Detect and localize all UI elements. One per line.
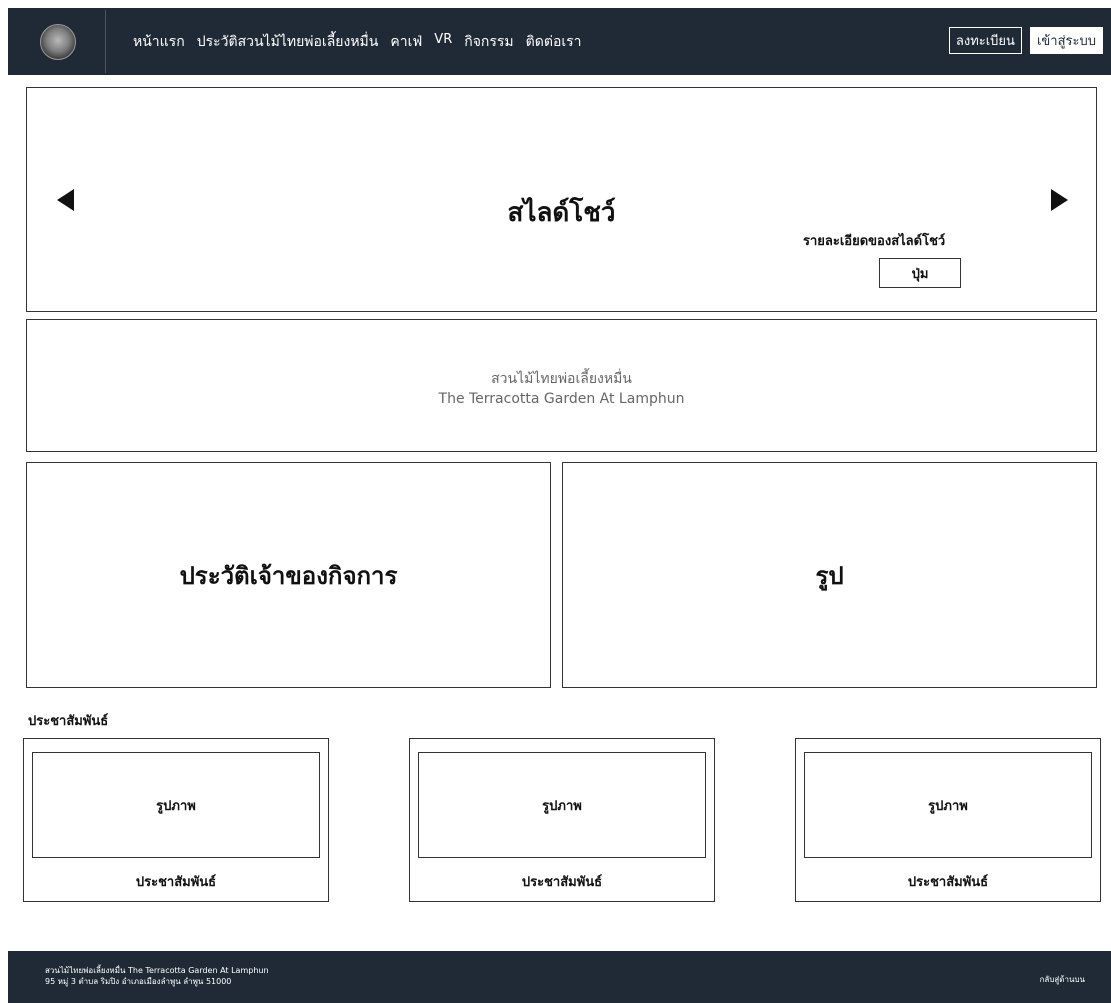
nav-home[interactable]: หน้าแรก [133, 31, 185, 53]
picture-title: รูป [815, 561, 844, 590]
pr-image-placeholder: รูปภาพ [32, 752, 320, 858]
pr-image-label: รูปภาพ [156, 798, 196, 814]
login-button[interactable]: เข้าสู่ระบบ [1029, 27, 1103, 54]
nav-vr[interactable]: VR [434, 32, 452, 47]
intro-section: สวนไม้ไทยพ่อเลี้ยงหมื่น The Terracotta G… [26, 319, 1097, 452]
next-slide-arrow-icon[interactable] [1051, 189, 1068, 211]
pr-heading: ประชาสัมพันธ์ [28, 714, 109, 729]
main-nav: หน้าแรก ประวัติสวนไม้ไทยพ่อเลี้ยงหมื่น ค… [133, 31, 594, 53]
intro-english-name: The Terracotta Garden At Lamphun [438, 391, 685, 407]
footer-address-line: 95 หมู่ 3 ตำบล ริมปิง อำเภอเมืองลำพูน ลำ… [45, 977, 232, 986]
intro-thai-name: สวนไม้ไทยพ่อเลี้ยงหมื่น [491, 371, 632, 387]
slideshow-button[interactable]: ปุ่ม [879, 258, 961, 288]
footer-site-name: สวนไม้ไทยพ่อเลี้ยงหมื่น The Terracotta G… [45, 966, 269, 975]
site-logo[interactable] [10, 10, 106, 73]
nav-contact[interactable]: ติดต่อเรา [526, 31, 582, 53]
pr-image-placeholder: รูปภาพ [418, 752, 706, 858]
picture-panel: รูป [562, 462, 1097, 688]
pr-card[interactable]: รูปภาพ ประชาสัมพันธ์ [23, 738, 329, 902]
pr-image-placeholder: รูปภาพ [804, 752, 1092, 858]
nav-history[interactable]: ประวัติสวนไม้ไทยพ่อเลี้ยงหมื่น [197, 31, 379, 53]
pr-image-label: รูปภาพ [928, 798, 968, 814]
back-to-top-link[interactable]: กลับสู่ด้านบน [1040, 973, 1085, 986]
top-navbar: หน้าแรก ประวัติสวนไม้ไทยพ่อเลี้ยงหมื่น ค… [8, 8, 1111, 75]
nav-cafe[interactable]: คาเฟ่ [390, 31, 422, 53]
pr-image-label: รูปภาพ [542, 798, 582, 814]
pr-caption: ประชาสัมพันธ์ [907, 875, 989, 890]
slideshow: สไลด์โชว์ รายละเอียดของสไลด์โชว์ ปุ่ม [26, 87, 1097, 312]
owner-history-panel: ประวัติเจ้าของกิจการ [26, 462, 551, 688]
slideshow-detail: รายละเอียดของสไลด์โชว์ [803, 234, 946, 249]
auth-buttons: ลงทะเบียน เข้าสู่ระบบ [948, 27, 1103, 54]
pr-caption: ประชาสัมพันธ์ [135, 875, 217, 890]
pr-card[interactable]: รูปภาพ ประชาสัมพันธ์ [409, 738, 715, 902]
slideshow-title: สไลด์โชว์ [507, 198, 616, 228]
footer: สวนไม้ไทยพ่อเลี้ยงหมื่น The Terracotta G… [8, 951, 1111, 1003]
logo-emblem-icon [39, 23, 76, 60]
owner-history-title: ประวัติเจ้าของกิจการ [179, 561, 398, 590]
nav-activities[interactable]: กิจกรรม [464, 31, 513, 53]
pr-caption: ประชาสัมพันธ์ [521, 875, 603, 890]
pr-card[interactable]: รูปภาพ ประชาสัมพันธ์ [795, 738, 1101, 902]
footer-address: สวนไม้ไทยพ่อเลี้ยงหมื่น The Terracotta G… [45, 965, 269, 987]
register-button[interactable]: ลงทะเบียน [948, 27, 1022, 54]
